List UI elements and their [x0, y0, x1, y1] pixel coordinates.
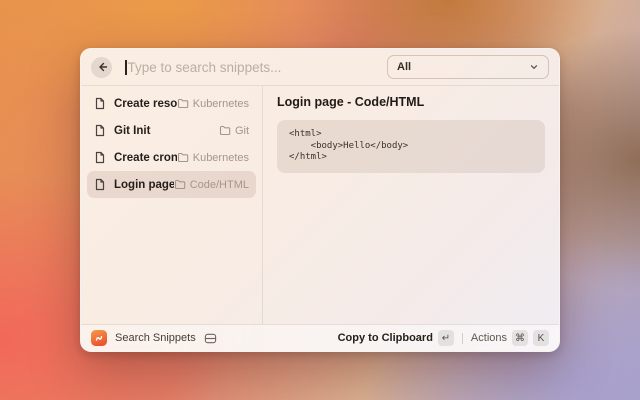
footer-divider: [462, 333, 463, 344]
snippet-category: Kubernetes: [177, 152, 249, 164]
snippet-detail: Login page - Code/HTML <html> <body>Hell…: [263, 86, 559, 324]
document-icon: [94, 178, 106, 191]
code-preview: <html> <body>Hello</body> </html>: [277, 120, 545, 173]
back-button[interactable]: [91, 57, 112, 78]
folder-icon: [174, 179, 186, 190]
folder-icon: [177, 98, 189, 109]
text-caret: [125, 60, 127, 75]
main-content: Create resource(s) Kubernetes Git Init G…: [81, 86, 559, 324]
actions-menu-button[interactable]: Actions ⌘ K: [471, 330, 549, 346]
filter-dropdown[interactable]: All: [387, 55, 549, 79]
folder-icon: [177, 152, 189, 163]
snippet-list-item[interactable]: Git Init Git: [87, 117, 256, 144]
snippet-title: Git Init: [114, 125, 219, 137]
copy-to-clipboard-button[interactable]: Copy to Clipboard ↵: [338, 330, 454, 346]
chevron-down-icon: [529, 62, 539, 72]
snippet-card-icon: [204, 332, 217, 345]
snippet-list-item[interactable]: Create resource(s) Kubernetes: [87, 90, 256, 117]
actions-label: Actions: [471, 332, 507, 344]
snippet-category: Code/HTML: [174, 179, 249, 191]
document-icon: [94, 124, 106, 137]
search-input[interactable]: Type to search snippets...: [125, 60, 387, 75]
k-key-badge: K: [533, 330, 549, 346]
primary-action-label: Copy to Clipboard: [338, 332, 433, 344]
document-icon: [94, 97, 106, 110]
snippet-list-item[interactable]: Create cronjob Kubernetes: [87, 144, 256, 171]
snippet-category: Kubernetes: [177, 98, 249, 110]
snippet-title: Create cronjob: [114, 152, 177, 164]
snippets-window: Type to search snippets... All Create re…: [80, 48, 560, 352]
snippet-list: Create resource(s) Kubernetes Git Init G…: [81, 86, 263, 324]
snippet-title: Create resource(s): [114, 98, 177, 110]
folder-icon: [219, 125, 231, 136]
command-name: Search Snippets: [115, 332, 196, 344]
status-bar: Search Snippets Copy to Clipboard ↵ Acti…: [81, 324, 559, 351]
search-placeholder: Type to search snippets...: [128, 60, 282, 75]
command-key-badge: ⌘: [512, 330, 528, 346]
snippet-category: Git: [219, 125, 249, 137]
snippet-title: Login page: [114, 179, 174, 191]
back-arrow-icon: [96, 61, 108, 73]
return-key-badge: ↵: [438, 330, 454, 346]
document-icon: [94, 151, 106, 164]
filter-selected-value: All: [397, 61, 529, 73]
snippet-list-item[interactable]: Login page Code/HTML: [87, 171, 256, 198]
raycast-snippets-app-icon: [91, 330, 107, 346]
detail-title: Login page - Code/HTML: [277, 95, 545, 109]
search-bar: Type to search snippets... All: [81, 49, 559, 86]
